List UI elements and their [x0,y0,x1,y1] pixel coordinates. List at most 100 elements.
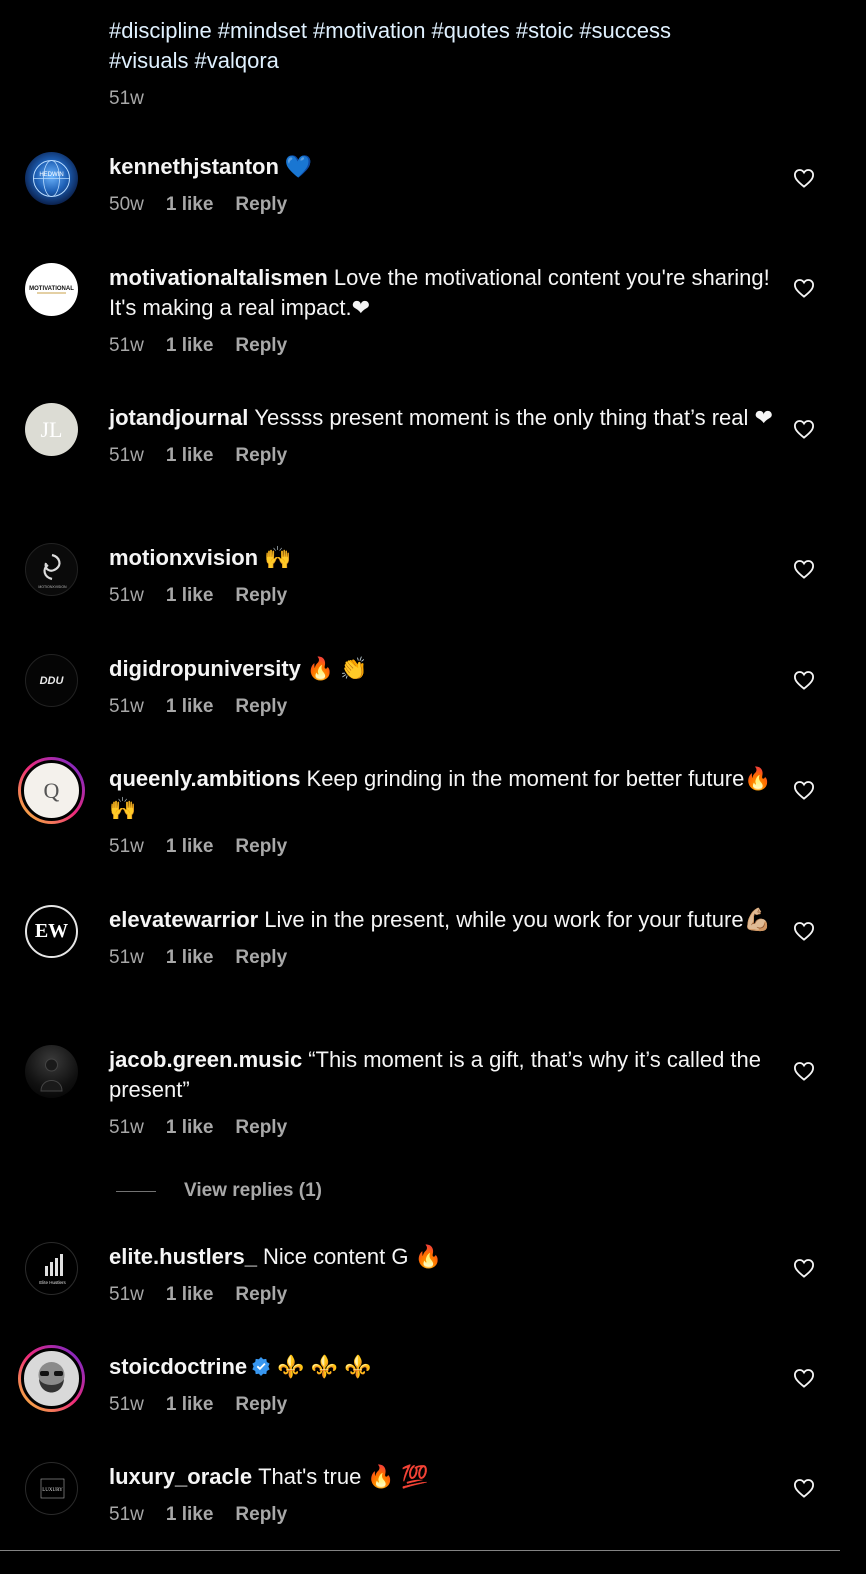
reply-button[interactable]: Reply [235,1394,287,1416]
heart-icon[interactable] [793,1258,815,1278]
comment-likes[interactable]: 1 like [166,445,214,467]
avatar-label: HEDWIN [39,172,63,178]
comment-likes[interactable]: 1 like [166,836,214,858]
avatar[interactable]: DDU [25,654,78,707]
comment-username[interactable]: jotandjournal [109,405,248,430]
comment-username[interactable]: motionxvision [109,545,258,570]
view-replies-label[interactable]: View replies (1) [184,1180,322,1202]
post-caption: #discipline #mindset #motivation #quotes #st… [109,16,789,110]
reply-button[interactable]: Reply [235,194,287,216]
heart-icon[interactable] [793,1368,815,1388]
hashtag-link[interactable]: #valqora [194,48,278,73]
heart-icon[interactable] [793,559,815,579]
avatar-label: EW [34,920,69,942]
comment-text: Yessss present moment is the only thing … [254,405,773,430]
caption-timestamp[interactable]: 51w [109,88,789,110]
hashtag-link[interactable]: #motivation [313,18,426,43]
comment-username[interactable]: jacob.green.music [109,1047,302,1072]
comment-username[interactable]: luxury_oracle [109,1464,252,1489]
comment-timestamp[interactable]: 51w [109,1284,144,1306]
heart-icon[interactable] [793,780,815,800]
comment-timestamp[interactable]: 51w [109,585,144,607]
comment-timestamp[interactable]: 51w [109,947,144,969]
comment-text: Live in the present, while you work for … [264,907,771,932]
comment-likes[interactable]: 1 like [166,585,214,607]
bar-chart-icon: Elite Hustlers [39,1254,67,1285]
bearded-face-icon [38,1362,65,1393]
reply-button[interactable]: Reply [235,1284,287,1306]
view-replies-button[interactable]: View replies (1) [116,1180,322,1202]
comment-username[interactable]: elite.hustlers_ [109,1244,257,1269]
reply-button[interactable]: Reply [235,585,287,607]
caption-hashtags: #discipline #mindset #motivation #quotes #st… [109,16,789,76]
comment-likes[interactable]: 1 like [166,1117,214,1139]
comment-text: That's true 🔥 💯 [258,1464,429,1489]
comment-likes[interactable]: 1 like [166,194,214,216]
reply-button[interactable]: Reply [235,1504,287,1526]
comment-username[interactable]: elevatewarrior [109,907,258,932]
comment-text: 🙌 [264,545,292,570]
avatar-story-ring[interactable]: Q [18,757,85,824]
comment-timestamp[interactable]: 51w [109,696,144,718]
avatar[interactable]: JL [25,403,78,456]
heart-icon[interactable] [793,168,815,188]
comment-likes[interactable]: 1 like [166,1504,214,1526]
avatar-label: DDU [39,674,64,687]
comment-timestamp[interactable]: 51w [109,445,144,467]
brand-logo-icon: MOTIVATIONAL [29,286,74,294]
comment-username[interactable]: kennethjstanton [109,154,279,179]
comment-likes[interactable]: 1 like [166,335,214,357]
verified-badge-icon [252,1357,270,1376]
heart-icon[interactable] [793,419,815,439]
reply-button[interactable]: Reply [235,947,287,969]
comment-text: Nice content G 🔥 [262,1244,442,1269]
avatar[interactable]: MOTIONXVISION [25,543,78,596]
comment-likes[interactable]: 1 like [166,947,214,969]
comment-likes[interactable]: 1 like [166,1394,214,1416]
avatar-label: JL [40,416,63,442]
comment-timestamp[interactable]: 51w [109,836,144,858]
hashtag-link[interactable]: #mindset [218,18,307,43]
hashtag-link[interactable]: #quotes [432,18,510,43]
avatar[interactable]: EW [25,905,78,958]
comment-username[interactable]: digidropuniversity [109,656,301,681]
comment-username[interactable]: stoicdoctrine [109,1354,247,1379]
comment-timestamp[interactable]: 50w [109,194,144,216]
comment-timestamp[interactable]: 51w [109,1504,144,1526]
avatar[interactable]: LUXURY [25,1462,78,1515]
comment-likes[interactable]: 1 like [166,1284,214,1306]
reply-button[interactable]: Reply [235,836,287,858]
person-icon [40,1058,63,1092]
comment-username[interactable]: motivationaltalismen [109,265,328,290]
hashtag-link[interactable]: #stoic [516,18,573,43]
comment-timestamp[interactable]: 51w [109,335,144,357]
reply-button[interactable]: Reply [235,445,287,467]
avatar-story-ring[interactable] [18,1345,85,1412]
hashtag-link[interactable]: #visuals [109,48,188,73]
heart-icon[interactable] [793,670,815,690]
avatar[interactable]: MOTIVATIONAL [25,263,78,316]
avatar[interactable]: HEDWIN [25,152,78,205]
comment-text: 🔥 👏 [306,656,368,681]
avatar[interactable]: Elite Hustlers [25,1242,78,1295]
avatar-label: MOTIVATIONAL [29,286,74,292]
divider-line [116,1190,156,1192]
reply-button[interactable]: Reply [235,1117,287,1139]
avatar[interactable] [25,1045,78,1098]
bottom-divider [0,1550,840,1551]
reply-button[interactable]: Reply [235,335,287,357]
comment-timestamp[interactable]: 51w [109,1117,144,1139]
comment-text: ⚜️ ⚜️ ⚜️ [277,1354,372,1379]
reply-button[interactable]: Reply [235,696,287,718]
comment-timestamp[interactable]: 51w [109,1394,144,1416]
avatar-label: MOTIONXVISION [38,585,67,589]
heart-icon[interactable] [793,921,815,941]
globe-icon: HEDWIN [33,160,70,197]
heart-icon[interactable] [793,1478,815,1498]
heart-icon[interactable] [793,1061,815,1081]
hashtag-link[interactable]: #success [579,18,671,43]
comment-username[interactable]: queenly.ambitions [109,766,301,791]
comment-likes[interactable]: 1 like [166,696,214,718]
hashtag-link[interactable]: #discipline [109,18,212,43]
heart-icon[interactable] [793,278,815,298]
